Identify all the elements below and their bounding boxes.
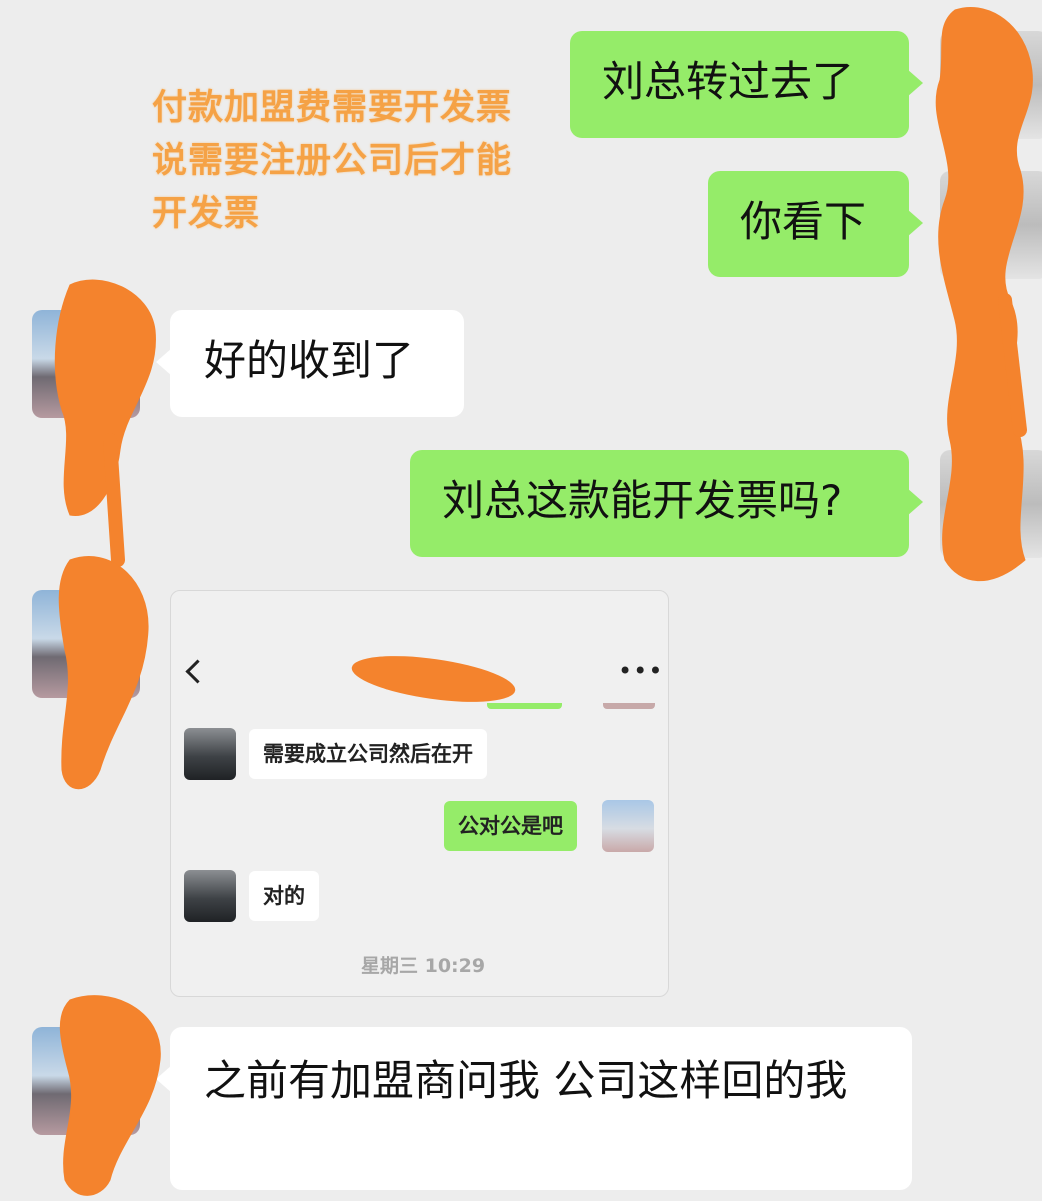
redaction-mark: [58, 556, 149, 790]
redaction-mark: [103, 433, 125, 567]
redaction-mark: [935, 6, 1033, 582]
redaction-scribbles: [54, 6, 1033, 1196]
redaction-mark: [54, 279, 156, 517]
redaction-mark: [59, 995, 161, 1196]
